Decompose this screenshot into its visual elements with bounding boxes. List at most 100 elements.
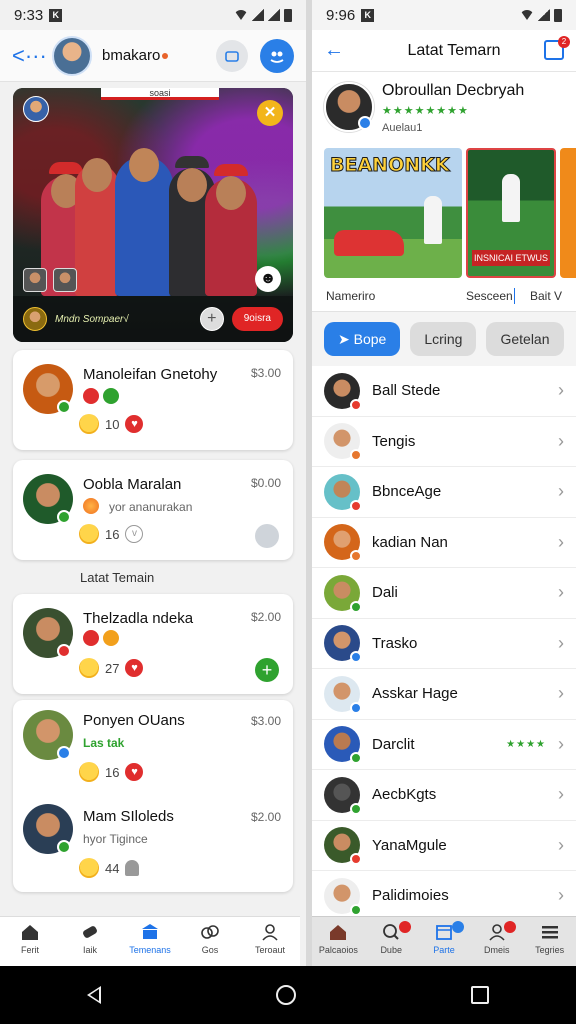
list-item[interactable]: Thelzadla ndeka $2.00 27 ♥ +	[13, 594, 293, 694]
nav-item-palcaoios[interactable]: Palcaoios	[312, 917, 365, 966]
rating-stars: ★★★★★★★★	[382, 105, 469, 117]
media-gallery: BEANONKK INSNICAI ETWUS	[312, 144, 576, 280]
list-item[interactable]: Oobla Maralan $0.00 yor ananurakan 16 v	[13, 460, 293, 560]
battery-icon	[284, 8, 292, 22]
list-item[interactable]: Ball Stede ›	[312, 366, 576, 417]
back-dots-icon[interactable]: <···	[12, 43, 52, 69]
list-item[interactable]: BbnceAge ›	[312, 467, 576, 518]
nav-item-dmeis[interactable]: Dmeis	[470, 917, 523, 966]
nav-item-parte[interactable]: Parte	[418, 917, 471, 966]
reaction-icons	[83, 630, 119, 646]
list-item[interactable]: Dali ›	[312, 568, 576, 619]
nav-item-profile[interactable]: Teroaut	[240, 917, 300, 966]
hero-caption: Mndn Sompaer√	[55, 313, 129, 325]
list-item[interactable]: Palidimoies ›	[312, 871, 576, 922]
close-icon[interactable]: ✕	[257, 100, 283, 126]
nav-label: Temenans	[129, 945, 171, 955]
online-badge	[57, 510, 71, 524]
nav-label: Gos	[201, 945, 219, 955]
nav-item-gos[interactable]: Gos	[180, 917, 240, 966]
avatar[interactable]	[52, 35, 92, 76]
avatar	[324, 675, 362, 714]
share-arrow-icon[interactable]	[255, 524, 279, 548]
chevron-right-icon: ›	[558, 582, 564, 603]
list-item[interactable]: Ponyen OUans $3.00 Las tak 16 ♥	[13, 700, 293, 800]
status-badge	[350, 903, 362, 916]
list-item[interactable]: Mam SIloleds $2.00 hyor Tigince 44	[13, 800, 293, 900]
add-friend-icon[interactable]: +	[255, 658, 279, 682]
post-card[interactable]: Thelzadla ndeka $2.00 27 ♥ +	[13, 594, 293, 694]
hero-author-avatar[interactable]	[23, 307, 47, 331]
group-button[interactable]	[260, 38, 294, 73]
cloud-icon	[201, 925, 219, 939]
group-icon	[270, 51, 284, 63]
username: bmakaro	[102, 47, 216, 64]
item-subtitle: hyor Tigince	[83, 832, 148, 846]
home-icon	[22, 925, 38, 940]
smile-emoji-icon	[79, 658, 99, 678]
item-name: Thelzadla ndeka	[83, 610, 194, 627]
list-item[interactable]: Asskar Hage ›	[312, 669, 576, 720]
status-badge	[350, 651, 362, 664]
online-badge	[57, 840, 71, 854]
chip-active[interactable]: ➤ Bope	[324, 322, 401, 356]
recents-icon[interactable]	[470, 986, 489, 1004]
nav-item-dube[interactable]: Dube	[365, 917, 418, 966]
signal-icon	[538, 9, 550, 21]
back-icon[interactable]	[87, 986, 102, 1004]
hero-avatar[interactable]	[23, 96, 49, 122]
list-item[interactable]: Darclit ★★★★ ›	[312, 720, 576, 770]
hero-tag: soasi	[101, 88, 219, 100]
gallery-image[interactable]	[560, 148, 576, 278]
home-circle-icon[interactable]	[275, 985, 296, 1005]
item-subtitle: Las tak	[83, 736, 125, 750]
list-item[interactable]: YanaMgule ›	[312, 821, 576, 871]
share-button[interactable]	[216, 39, 248, 72]
username-text: bmakaro	[102, 47, 161, 64]
gallery-overlay-text: INSNICAI ETWUS	[472, 250, 550, 266]
nav-item-temenans[interactable]: Temenans	[120, 917, 180, 966]
profile-summary[interactable]: Obroullan Decbryah ★★★★★★★★ Auelau1	[312, 72, 576, 144]
nav-item-tag[interactable]: Iaik	[60, 917, 120, 966]
thumbnail[interactable]	[53, 268, 77, 292]
hero-thumbnails[interactable]	[23, 268, 77, 292]
player-graphic	[424, 196, 442, 244]
add-icon[interactable]: +	[199, 307, 224, 331]
heart-icon[interactable]: ♥	[125, 659, 144, 677]
back-arrow-icon[interactable]: ←	[324, 39, 364, 62]
featured-post[interactable]: soasi ✕ ☻ Mndn Sompaer√ + 9oisra	[13, 88, 293, 342]
hero-action-button[interactable]: 9oisra	[231, 307, 283, 331]
chip[interactable]: Getelan	[486, 322, 564, 356]
thumbnail[interactable]	[23, 268, 47, 292]
post-card[interactable]: Oobla Maralan $0.00 yor ananurakan 16 v	[13, 460, 293, 560]
emoji-react-icon[interactable]: ☻	[255, 266, 281, 292]
person-icon[interactable]	[125, 860, 140, 876]
poster-text: BEANONKK	[330, 154, 451, 177]
item-name: Manoleifan Gnetohy	[83, 366, 218, 383]
gallery-image[interactable]: INSNICAI ETWUS	[466, 148, 556, 278]
list-item[interactable]: Trasko ›	[312, 619, 576, 669]
heart-icon[interactable]: ♥	[125, 415, 144, 433]
heart-icon[interactable]: ♥	[125, 763, 144, 781]
post-card[interactable]: Manoleifan Gnetohy $3.00 10 ♥	[13, 350, 293, 450]
list-item[interactable]: AecbKgts ›	[312, 770, 576, 821]
calendar-icon	[436, 925, 452, 940]
friends-header: ← Latat Temarn 2	[312, 30, 576, 72]
wifi-icon	[234, 10, 248, 20]
chevron-right-icon: ›	[558, 784, 564, 805]
nav-item-home[interactable]: Ferit	[0, 917, 60, 966]
gallery-image[interactable]: BEANONKK	[324, 148, 462, 278]
list-item[interactable]: Manoleifan Gnetohy $3.00 10 ♥	[13, 350, 293, 450]
item-stats: 44	[79, 858, 140, 878]
notification-badge	[398, 921, 411, 933]
list-item[interactable]: kadian Nan ›	[312, 518, 576, 568]
post-card[interactable]: Ponyen OUans $3.00 Las tak 16 ♥ Mam SIlo…	[13, 700, 293, 892]
status-badge	[350, 499, 362, 512]
avatar	[324, 877, 362, 916]
signal-icon-2	[268, 9, 280, 21]
chevron-down-icon[interactable]: v	[125, 525, 144, 543]
list-item[interactable]: Tengis ›	[312, 417, 576, 467]
chip[interactable]: Lcring	[410, 322, 477, 356]
nav-item-tegries[interactable]: Tegries	[523, 917, 576, 966]
twitter-bird-icon: ➤	[338, 331, 350, 347]
